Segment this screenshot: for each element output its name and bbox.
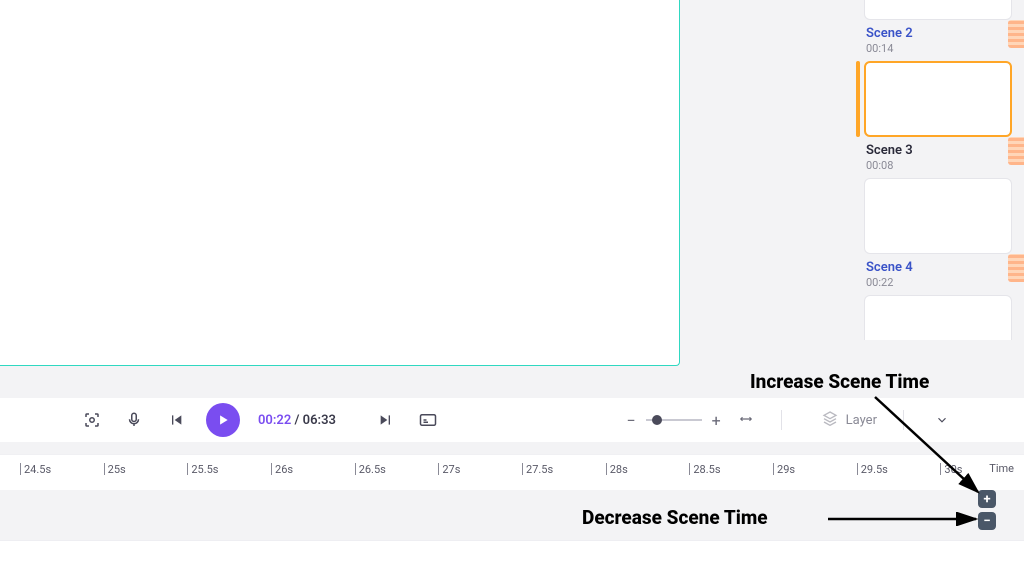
canvas-area[interactable] [0, 0, 680, 366]
scene-duration: 00:08 [866, 159, 1024, 172]
ruler-tick: 25.5s [187, 463, 271, 475]
layer-dropdown[interactable]: Layer [822, 410, 877, 430]
zoom-control[interactable]: − + [626, 411, 754, 430]
time-current: 00:22 [258, 413, 291, 428]
transition-badge-icon[interactable] [1008, 137, 1024, 165]
scene-label: Scene 3 00:08 [866, 143, 1024, 172]
ruler-tick: 26s [271, 463, 355, 475]
scene-duration: 00:22 [866, 276, 1024, 289]
ruler-tick: 25s [104, 463, 188, 475]
ruler-tick: 28s [606, 463, 690, 475]
chevron-down-icon[interactable] [930, 408, 954, 432]
transition-badge-icon[interactable] [1008, 254, 1024, 282]
scene-panel: Scene 2 00:14 Scene 3 00:08 Scene 4 00:2… [854, 0, 1024, 340]
microphone-icon[interactable] [122, 408, 146, 432]
ruler-tick: 29.5s [857, 463, 941, 475]
scene-duration: 00:14 [866, 42, 1024, 55]
decrease-scene-time-button[interactable]: − [978, 512, 996, 530]
ruler-tick: 24.5s [20, 463, 104, 475]
timeline-track-area[interactable] [0, 540, 1024, 576]
timeline-ruler[interactable]: 24.5s 25s 25.5s 26s 26.5s 27s 27.5s 28s … [0, 454, 1024, 490]
separator [781, 410, 782, 430]
layer-label: Layer [846, 413, 877, 428]
transition-badge-icon[interactable] [1008, 20, 1024, 48]
scene-label: Scene 4 00:22 [866, 260, 1024, 289]
captions-icon[interactable] [416, 408, 440, 432]
scene-time-controls: + − [978, 490, 996, 530]
scene-name[interactable]: Scene 4 [866, 260, 1024, 275]
layers-icon [822, 410, 838, 430]
scene-item[interactable] [854, 178, 1024, 254]
increase-scene-time-button[interactable]: + [978, 490, 996, 508]
time-axis-label: Time [989, 462, 1014, 475]
zoom-out-icon[interactable]: − [626, 411, 635, 430]
ruler-tick: 27.5s [522, 463, 606, 475]
scene-label: Scene 2 00:14 [866, 26, 1024, 55]
skip-back-icon[interactable] [164, 408, 188, 432]
scene-thumbnail[interactable] [864, 61, 1012, 137]
zoom-in-icon[interactable]: + [712, 411, 721, 430]
playback-bar: 00:22 / 06:33 − + Layer [0, 398, 1024, 442]
scene-name[interactable]: Scene 2 [866, 26, 1024, 41]
annotation-decrease: Decrease Scene Time [582, 506, 768, 529]
time-display: 00:22 / 06:33 [258, 413, 336, 428]
annotation-increase: Increase Scene Time [750, 370, 929, 393]
scene-name[interactable]: Scene 3 [866, 143, 1024, 158]
scene-item-selected[interactable] [854, 61, 1024, 137]
scene-selected-bar [856, 61, 860, 137]
scene-thumbnail[interactable] [864, 0, 1012, 20]
scene-item[interactable] [854, 0, 1024, 20]
time-total: 06:33 [303, 413, 336, 428]
ruler-tick: 27s [438, 463, 522, 475]
separator [903, 410, 904, 430]
camera-focus-icon[interactable] [80, 408, 104, 432]
play-button[interactable] [206, 403, 240, 437]
scene-thumbnail[interactable] [864, 295, 1012, 340]
zoom-slider[interactable] [646, 419, 702, 421]
ruler-tick: 28.5s [689, 463, 773, 475]
ruler-tick: 29s [773, 463, 857, 475]
ruler-tick: 26.5s [355, 463, 439, 475]
scene-item[interactable] [854, 295, 1024, 340]
time-separator: / [291, 413, 302, 428]
scene-thumbnail[interactable] [864, 178, 1012, 254]
skip-forward-icon[interactable] [374, 408, 398, 432]
fit-width-icon[interactable] [737, 411, 755, 430]
